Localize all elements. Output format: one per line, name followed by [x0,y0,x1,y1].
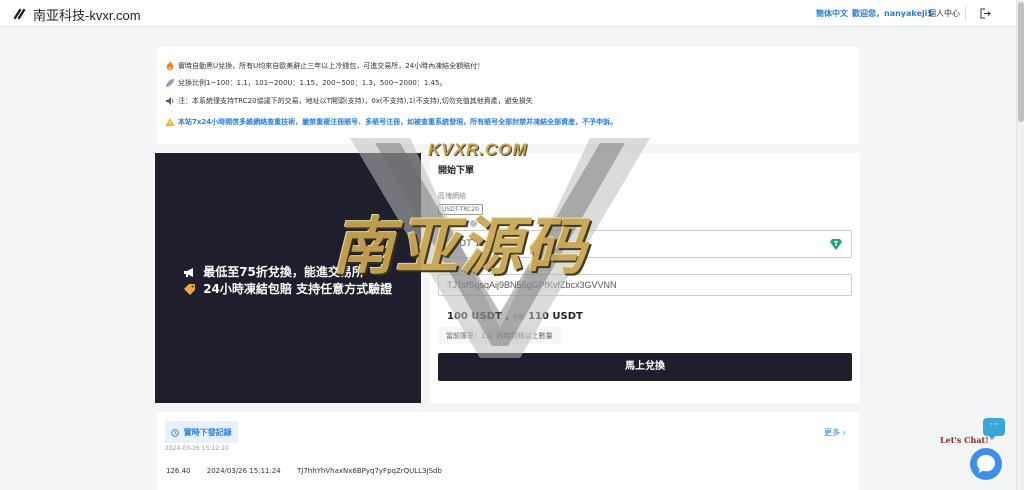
exchange-now-button[interactable]: 馬上兌換 [438,353,852,381]
language-switch[interactable]: 簡体中文 [816,8,848,19]
welcome-user[interactable]: 歡迎您，nanyakeji1 [852,8,933,19]
notice-warning: 本站7x24小時開啓多維網絡查重技術，嚴禁重複注冊賬号、多賬号注冊，如被查重系統… [178,118,618,126]
notice-line: 本站7x24小時開啓多維網絡查重技術，嚴禁重複注冊賬号、多賬号注冊，如被查重系統… [165,117,617,127]
table-row: 126.40 2024/03/26 15:11:24 TJ7hhYhVhaxNx… [166,467,456,475]
notice-text-2: 兌換比例1~100：1.1，101~200U：1.15，200~500：1.3，… [178,79,447,87]
page-scrollbar[interactable] [1016,0,1024,490]
tag-icon [184,284,195,295]
tab-realtime-records[interactable]: 實時下發記錄 [165,421,238,443]
rate-info: 當前匯率：1.1 同時到賬以上數量 [438,327,561,344]
calc-from: 100 USDT , [447,311,510,322]
chat-bubble-icon[interactable]: ··· [983,418,1005,440]
rate-value: 1.1 [481,332,493,340]
order-title: 開始下單 [438,166,475,176]
site-title[interactable]: 南亚科技-kvxr.com [33,5,141,24]
more-link[interactable]: 更多 › [824,427,846,438]
notice-text-3: 注：本系統僅支持TRC20協議下的交易，地址以T開頭(支持)，0x(不支持),1… [178,97,533,105]
rate-note: 同時到賬以上數量 [496,332,553,340]
logout-icon[interactable] [980,8,991,19]
notice-line: 實時自動黑U兌換，所有U均來自歐美辭止三年以上冷錢包，可進交易所，24小時內凍結… [165,61,484,71]
record-address: TJ7hhYhVhaxNx6BPyq7yFpqZrQULL3JSdb [296,467,442,475]
usdt-token-icon [830,239,842,250]
conversion-summary: 100 USDT , 到賬 110 USDT [447,311,583,322]
records-timestamp: 2024-03-26 15:12:10 [165,445,229,452]
top-navbar: 南亚科技-kvxr.com 簡体中文 歡迎您，nanyakeji1 個人中心 [0,0,1016,27]
chat-label[interactable]: Let's Chat! [940,435,989,445]
chevron-right-icon: › [842,428,846,437]
calc-mid: 到賬 [512,314,525,321]
record-datetime: 2024/03/26 15:11:24 [206,467,281,475]
more-label: 更多 [824,428,840,437]
rate-label: 當前匯率： [446,332,481,340]
calc-to: 110 USDT [528,311,583,322]
records-card: 實時下發記錄 更多 › 2024-03-26 15:12:10 126.40 2… [157,412,859,490]
warning-icon [165,118,175,126]
watermark-domain: KVXR.COM [428,140,528,159]
nav-divider [965,6,966,21]
chat-button[interactable] [970,448,1002,480]
personal-center-link[interactable]: 個人中心 [928,8,960,19]
fire-icon [166,61,174,71]
speaker-icon [166,97,174,105]
notice-text-1: 實時自動黑U兌換，所有U均來自歐美辭止三年以上冷錢包，可進交易所，24小時內凍結… [178,62,485,70]
scrollbar-thumb[interactable] [1018,2,1024,122]
watermark-title: 南亚源码 [332,210,589,283]
site-logo-icon[interactable] [12,7,26,21]
notice-line: 注：本系統僅支持TRC20協議下的交易，地址以T開頭(支持)，0x(不支持),1… [165,96,533,106]
chat-icon [977,455,995,473]
notice-card: 實時自動黑U兌換，所有U均來自歐美辭止三年以上冷錢包，可進交易所，24小時內凍結… [157,47,859,144]
notice-line: 兌換比例1~100：1.1，101~200U：1.15，200~500：1.3，… [165,78,446,88]
clock-icon [171,428,179,437]
rocket-icon [166,79,174,87]
records-tab-label: 實時下發記錄 [183,428,232,437]
megaphone-icon [184,268,193,277]
record-amount: 126.40 [166,467,191,475]
